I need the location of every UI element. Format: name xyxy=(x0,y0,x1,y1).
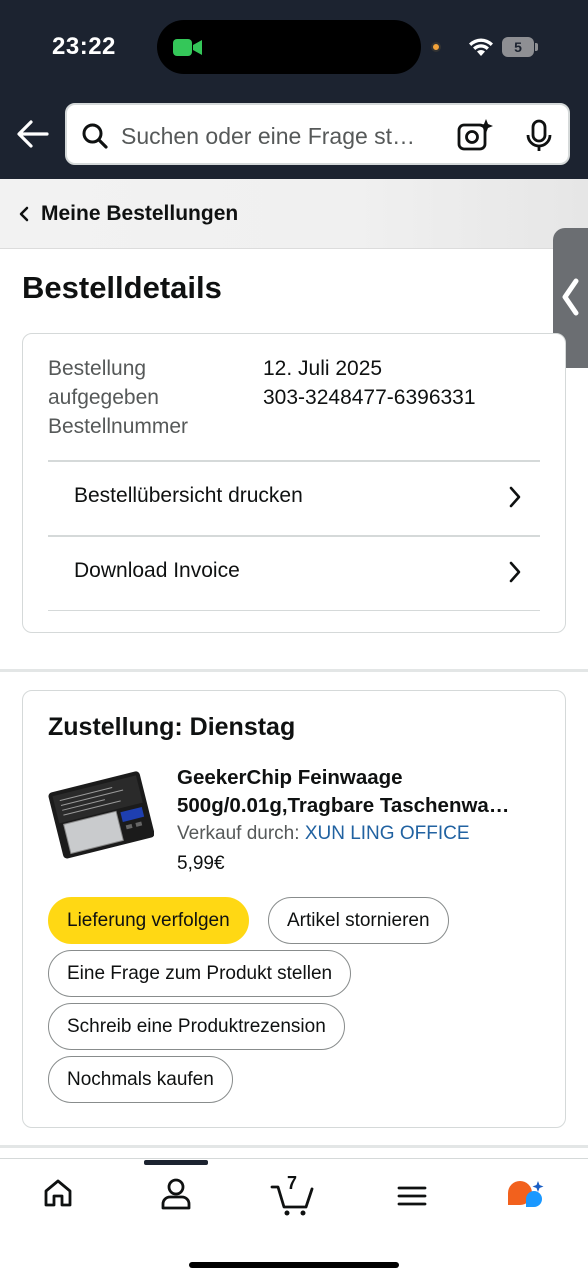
page-title: Bestelldetails xyxy=(22,270,222,305)
seller-link[interactable]: XUN LING OFFICE xyxy=(305,823,470,844)
chevron-left-icon xyxy=(19,206,29,222)
rufus-assistant-icon[interactable] xyxy=(506,1179,546,1215)
download-invoice-label: Download Invoice xyxy=(74,559,240,582)
breadcrumb[interactable]: Meine Bestellungen xyxy=(0,179,588,249)
cart-count-badge: 7 xyxy=(287,1173,298,1193)
section-divider xyxy=(0,1145,588,1148)
dynamic-island xyxy=(157,20,421,74)
section-divider xyxy=(0,669,588,672)
chevron-right-icon xyxy=(509,486,521,508)
back-arrow-icon[interactable] xyxy=(16,117,50,151)
order-placed-label-line1: Bestellung xyxy=(48,357,147,380)
seller-prefix: Verkauf durch: xyxy=(177,823,300,844)
battery-icon: 5 xyxy=(502,37,534,57)
top-header: 23:22 5 Suchen oder eine Frage st… xyxy=(0,0,588,179)
chevron-right-icon xyxy=(509,561,521,583)
ask-question-button[interactable]: Eine Frage zum Produkt stellen xyxy=(48,950,352,997)
product-image[interactable] xyxy=(48,763,154,863)
search-input[interactable]: Suchen oder eine Frage st… xyxy=(121,123,451,150)
wifi-icon xyxy=(469,38,493,56)
chevron-left-icon xyxy=(562,278,579,316)
camera-lens-icon[interactable] xyxy=(457,118,493,152)
order-placed-label-line2: aufgegeben xyxy=(48,386,159,409)
buy-again-button[interactable]: Nochmals kaufen xyxy=(48,1056,233,1103)
delivery-title: Zustellung: Dienstag xyxy=(48,713,296,741)
seller-info: Verkauf durch: XUN LING OFFICE xyxy=(177,823,470,845)
delivery-card: Zustellung: Dienstag GeekerChip Feinwaag… xyxy=(22,690,566,1128)
product-title[interactable]: GeekerChip Feinwaage 500g/0.01g,Tragbare… xyxy=(177,764,543,820)
download-invoice-link[interactable]: Download Invoice xyxy=(48,535,540,610)
status-time: 23:22 xyxy=(52,33,116,60)
menu-icon[interactable] xyxy=(397,1185,427,1207)
track-delivery-button[interactable]: Lieferung verfolgen xyxy=(48,897,249,944)
product-title-line2: 500g/0.01g,Tragbare Taschenwa… xyxy=(177,794,510,817)
cancel-item-button[interactable]: Artikel stornieren xyxy=(268,897,449,944)
print-order-summary-link[interactable]: Bestellübersicht drucken xyxy=(48,460,540,535)
home-icon[interactable] xyxy=(42,1177,74,1209)
battery-cap xyxy=(535,43,538,51)
divider xyxy=(48,610,540,611)
order-number: 303-3248477-6396331 xyxy=(263,386,476,409)
product-price: 5,99€ xyxy=(177,853,225,874)
print-order-summary-label: Bestellübersicht drucken xyxy=(74,484,303,507)
facetime-icon xyxy=(173,39,202,56)
product-title-line1: GeekerChip Feinwaage xyxy=(177,766,403,789)
active-tab-indicator xyxy=(144,1160,208,1165)
privacy-indicator-icon xyxy=(431,42,441,52)
search-icon xyxy=(82,123,108,149)
order-info-card: Bestellung aufgegeben Bestellnummer 12. … xyxy=(22,333,566,633)
order-number-label: Bestellnummer xyxy=(48,415,189,438)
search-bar[interactable]: Suchen oder eine Frage st… xyxy=(65,103,570,165)
write-review-button[interactable]: Schreib eine Produktrezension xyxy=(48,1003,345,1050)
home-indicator xyxy=(189,1262,399,1268)
breadcrumb-link[interactable]: Meine Bestellungen xyxy=(41,202,238,226)
order-date: 12. Juli 2025 xyxy=(263,357,383,380)
account-icon[interactable] xyxy=(160,1177,192,1211)
status-bar: 23:22 5 xyxy=(0,0,588,90)
microphone-icon[interactable] xyxy=(524,119,554,153)
